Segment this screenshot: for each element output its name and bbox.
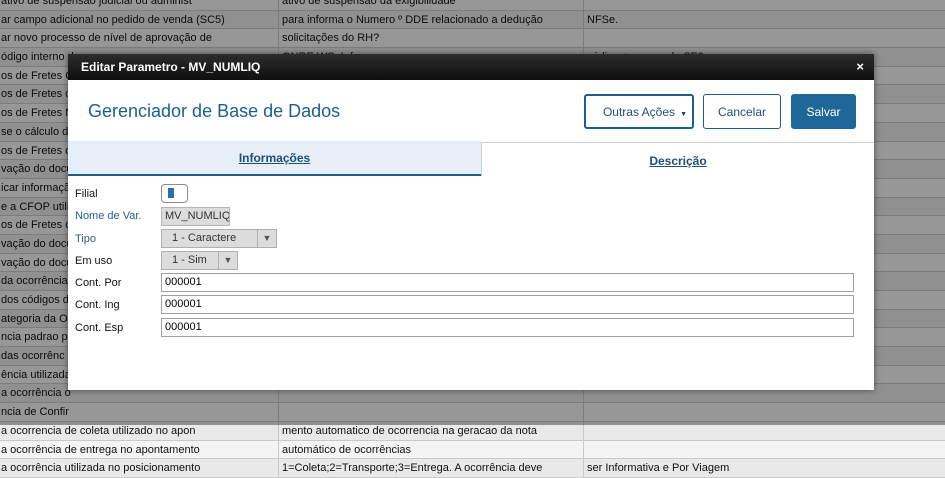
table-row[interactable]: a ocorrência utilizada no posicionamento… bbox=[0, 459, 945, 478]
tipo-select[interactable]: 1 - Caractere ▼ bbox=[161, 229, 277, 248]
save-button[interactable]: Salvar bbox=[791, 94, 856, 129]
em-uso-value: 1 - Sim bbox=[172, 254, 207, 266]
table-row[interactable]: a ocorrência de entrega no apontamento au… bbox=[0, 440, 945, 460]
table-cell: a ocorrência de entrega no apontamento bbox=[0, 440, 279, 459]
cont-esp-label: Cont. Esp bbox=[75, 322, 124, 334]
tipo-value: 1 - Caractere bbox=[172, 232, 237, 244]
cont-por-field[interactable]: 000001 bbox=[161, 273, 854, 292]
dialog-title: Editar Parametro - MV_NUMLIQ bbox=[81, 60, 261, 74]
table-cell: a ocorrência utilizada no posicionamento bbox=[0, 459, 279, 477]
dialog-titlebar: Editar Parametro - MV_NUMLIQ × bbox=[68, 54, 874, 80]
filial-label: Filial bbox=[75, 188, 98, 200]
chevron-down-icon: ▼ bbox=[257, 230, 276, 247]
em-uso-select[interactable]: 1 - Sim ▼ bbox=[161, 251, 238, 270]
chevron-down-icon: ▼ bbox=[218, 252, 237, 269]
table-cell bbox=[584, 441, 945, 459]
tab-informacoes[interactable]: Informações bbox=[68, 141, 481, 176]
tab-descricao[interactable]: Descrição bbox=[481, 142, 874, 176]
table-cell: automático de ocorrências bbox=[279, 440, 584, 459]
close-icon[interactable]: × bbox=[856, 59, 864, 74]
edit-parameter-dialog: Editar Parametro - MV_NUMLIQ × Gerenciad… bbox=[68, 54, 874, 390]
cancel-button[interactable]: Cancelar bbox=[703, 94, 781, 129]
table-cell: ser Informativa e Por Viagem bbox=[587, 462, 730, 475]
tipo-label: Tipo bbox=[75, 233, 96, 245]
other-actions-label: Outras Ações bbox=[602, 104, 676, 119]
em-uso-label: Em uso bbox=[75, 255, 113, 267]
chevron-down-icon: ▼ bbox=[680, 111, 687, 118]
cont-esp-field[interactable]: 000001 bbox=[161, 318, 854, 337]
cont-ing-label: Cont. Ing bbox=[75, 299, 120, 311]
cont-por-label: Cont. Por bbox=[75, 277, 122, 289]
cont-ing-field[interactable]: 000001 bbox=[161, 295, 854, 314]
table-cell: 1=Coleta;2=Transporte;3=Entrega. A ocorr… bbox=[279, 459, 584, 477]
page-title: Gerenciador de Base de Dados bbox=[88, 101, 341, 121]
filial-checkbox[interactable] bbox=[161, 184, 188, 203]
var-name-label: Nome de Var. bbox=[75, 210, 142, 222]
var-name-field[interactable]: MV_NUMLIQ bbox=[161, 207, 230, 226]
other-actions-button[interactable]: Outras Ações ▼ bbox=[584, 94, 694, 129]
tab-bar: Informações Descrição bbox=[68, 141, 874, 176]
checkbox-icon bbox=[168, 188, 174, 198]
